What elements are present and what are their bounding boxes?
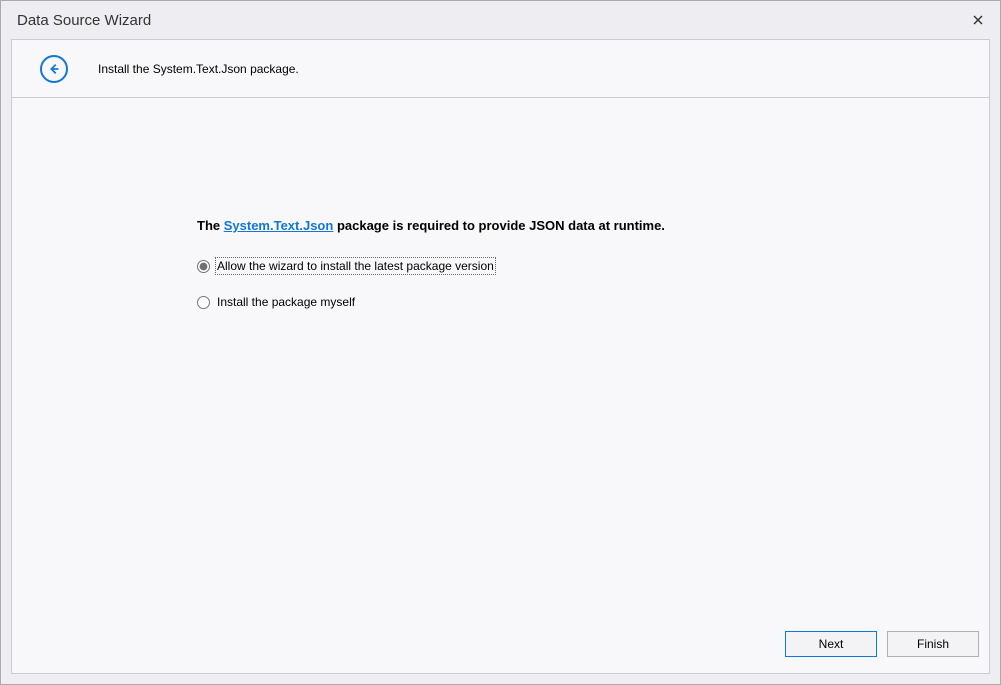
back-button[interactable]	[40, 55, 68, 83]
label-install-myself: Install the package myself	[216, 294, 356, 310]
wizard-body: Install the System.Text.Json package. Th…	[11, 39, 990, 674]
package-link[interactable]: System.Text.Json	[224, 218, 334, 233]
wizard-footer: Next Finish	[12, 615, 989, 673]
label-allow-install: Allow the wizard to install the latest p…	[216, 258, 495, 274]
option-allow-install[interactable]: Allow the wizard to install the latest p…	[197, 257, 989, 275]
option-install-myself[interactable]: Install the package myself	[197, 293, 989, 311]
wizard-step-title: Install the System.Text.Json package.	[98, 62, 299, 76]
wizard-header: Install the System.Text.Json package.	[12, 40, 989, 98]
window-title: Data Source Wizard	[17, 12, 151, 29]
wizard-window: Data Source Wizard Install the System.Te…	[0, 0, 1001, 685]
message-prefix: The	[197, 218, 224, 233]
finish-button[interactable]: Finish	[887, 631, 979, 657]
install-option-group: Allow the wizard to install the latest p…	[197, 257, 989, 311]
wizard-content: The System.Text.Json package is required…	[12, 98, 989, 615]
message-suffix: package is required to provide JSON data…	[333, 218, 665, 233]
next-button[interactable]: Next	[785, 631, 877, 657]
close-button[interactable]	[968, 10, 988, 30]
close-icon	[973, 15, 983, 25]
radio-install-myself[interactable]	[197, 296, 210, 309]
arrow-left-icon	[47, 62, 61, 76]
titlebar: Data Source Wizard	[1, 1, 1000, 39]
radio-allow-install[interactable]	[197, 260, 210, 273]
main-message: The System.Text.Json package is required…	[197, 218, 989, 233]
